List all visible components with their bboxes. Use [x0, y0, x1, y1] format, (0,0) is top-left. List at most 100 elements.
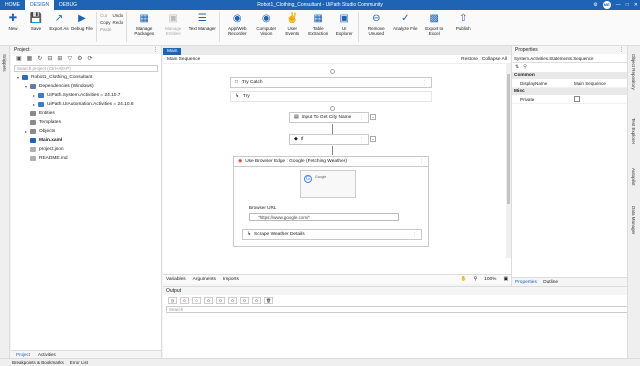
tab-outline[interactable]: Outline	[543, 280, 558, 285]
close-icon[interactable]: ✕	[634, 2, 638, 8]
notification-icon[interactable]: ⚙	[593, 2, 597, 8]
remove-unused-button[interactable]: ⊖ Remove Unused	[362, 12, 390, 42]
tree-node-dependencies[interactable]: ▾ Dependencies (Windows)	[11, 82, 161, 91]
copy-button[interactable]: Copy	[100, 20, 112, 25]
expand-arrow-icon[interactable]: ↳	[247, 232, 251, 237]
filter-icon[interactable]: ▽	[67, 55, 72, 63]
restore-link[interactable]: Restore	[461, 57, 478, 62]
sync-icon[interactable]: ⟳	[87, 55, 92, 63]
activity-menu-icon[interactable]: ⋮	[359, 115, 364, 121]
undo-button[interactable]: Undo	[113, 13, 124, 18]
category-common[interactable]: Common	[512, 72, 627, 79]
tab-project[interactable]: Project	[16, 352, 30, 357]
table-extraction-button[interactable]: ▦ Table Extraction	[304, 12, 332, 42]
output-search-input[interactable]: Search	[166, 306, 637, 313]
sort-icon[interactable]: ⇅	[515, 64, 519, 71]
avatar[interactable]: ME	[602, 1, 611, 9]
export-to-excel-button[interactable]: ▩ Export to Excel	[420, 12, 448, 42]
collapse-all-link[interactable]: Collapse All	[482, 57, 507, 62]
tree-node-main-xaml[interactable]: Main.xaml	[11, 136, 161, 145]
add-activity-icon[interactable]	[330, 69, 335, 74]
displayname-value[interactable]: Main Sequence	[574, 81, 627, 86]
collapse-chevron-icon[interactable]: ⌄	[370, 136, 376, 142]
tree-node-entities[interactable]: Entities	[11, 109, 161, 118]
panel-options-icon[interactable]: ⋮	[619, 47, 624, 53]
trace-filter-button[interactable]: 0	[216, 297, 225, 304]
computer-vision-button[interactable]: ◉ Computer Vision	[252, 12, 280, 42]
search-icon[interactable]: ⚲	[523, 64, 527, 71]
tree-node-templates[interactable]: Templates	[11, 118, 161, 127]
warning-filter-button[interactable]: 0	[192, 297, 201, 304]
if-activity[interactable]: ◆ If ⋮	[289, 134, 369, 145]
fit-icon[interactable]: ▣	[503, 277, 508, 282]
data-manager-tab[interactable]: Data Manager	[631, 206, 636, 235]
scroll-thumb[interactable]	[507, 74, 510, 204]
expand-arrow-icon[interactable]: ↳	[235, 94, 239, 99]
add-icon[interactable]: ▣	[16, 55, 22, 63]
save-button[interactable]: 💾 Save	[25, 12, 47, 42]
menu-home[interactable]: HOME	[0, 0, 25, 10]
redo-button[interactable]: Redo	[113, 20, 124, 25]
activity-menu-icon[interactable]: ⋮	[422, 80, 427, 86]
private-checkbox[interactable]	[574, 96, 580, 102]
refresh-icon[interactable]: ↻	[37, 55, 42, 63]
minimize-icon[interactable]: —	[616, 2, 621, 8]
menu-debug[interactable]: DEBUG	[54, 0, 82, 10]
tree-node-root[interactable]: ▾ Robot1_Clothing_Consultant	[11, 73, 161, 82]
manage-packages-button[interactable]: ▦ Manage Packages	[130, 12, 158, 42]
expand-icon[interactable]: ⊞	[57, 55, 62, 63]
category-misc[interactable]: Misc	[512, 88, 627, 95]
collapse-chevron-icon[interactable]: ⌄	[370, 114, 376, 120]
pan-icon[interactable]: ✋	[461, 277, 467, 282]
export-as-button[interactable]: ↗ Export As	[48, 12, 70, 42]
autopilot-tab[interactable]: Autopilot	[631, 168, 636, 186]
manage-entities-button[interactable]: ▣ Manage Entities	[159, 12, 187, 42]
open-folder-icon[interactable]: ▦	[27, 55, 33, 63]
snippets-tab[interactable]: Snippets	[2, 54, 7, 72]
variables-tab[interactable]: Variables	[166, 277, 186, 282]
tree-node-project-json[interactable]: project.json	[11, 145, 161, 154]
info-filter-button[interactable]: 0	[204, 297, 213, 304]
test-explorer-tab[interactable]: Test Explorer	[631, 118, 636, 144]
activity-menu-icon[interactable]: ⋮	[359, 137, 364, 143]
verbose-filter-button[interactable]: 0	[228, 297, 237, 304]
scrape-activity[interactable]: ↳ Scrape Weather Details ⋮	[242, 229, 422, 240]
try-catch-activity[interactable]: □ Try Catch ⋮	[230, 77, 432, 88]
designer-canvas[interactable]: □ Try Catch ⋮ ↳ Try ▤ Input To Get City …	[163, 64, 511, 258]
zoom-level[interactable]: 100%	[484, 277, 496, 282]
collapse-icon[interactable]: ⊟	[47, 55, 52, 63]
debug-file-button[interactable]: ▶ Debug File	[71, 12, 93, 42]
clear-output-button[interactable]: 🗑	[264, 297, 274, 304]
tab-main[interactable]: Main	[163, 48, 182, 55]
clock-filter-button[interactable]: ◷	[168, 297, 177, 304]
error-list-tab[interactable]: Error List	[70, 360, 88, 365]
tree-node-readme[interactable]: README.md	[11, 154, 161, 163]
browser-url-field[interactable]: "https://www.google.com/"	[249, 213, 399, 221]
new-button[interactable]: ✚ New	[2, 12, 24, 42]
text-manager-button[interactable]: ☰ Text Manager	[188, 12, 216, 42]
paste-button[interactable]: Paste	[100, 27, 112, 32]
tree-node-dependency[interactable]: ▸ UiPath.System.Activities = 24.10.7	[11, 91, 161, 100]
menu-design[interactable]: DESIGN	[25, 0, 55, 10]
collapse-icon[interactable]: □	[235, 80, 238, 85]
panel-options-icon[interactable]: ⋮	[153, 47, 158, 53]
imports-tab[interactable]: Imports	[223, 277, 239, 282]
user-events-button[interactable]: ✌ User Events	[281, 12, 303, 42]
cut-button[interactable]: Cut	[100, 13, 112, 18]
tree-node-objects[interactable]: ▸ Objects	[11, 127, 161, 136]
debug-filter-button[interactable]: 0	[240, 297, 249, 304]
zoom-icon[interactable]: ⚲	[474, 277, 478, 282]
tab-activities[interactable]: Activities	[38, 352, 56, 357]
maximize-icon[interactable]: □	[626, 2, 629, 8]
app-web-recorder-button[interactable]: ◉ App/Web Recorder	[223, 12, 251, 42]
arguments-tab[interactable]: Arguments	[193, 277, 216, 282]
browser-screenshot-thumb[interactable]: Google G	[300, 170, 356, 198]
error-filter-button[interactable]: 0	[180, 297, 189, 304]
publish-button[interactable]: ⇧ Publish	[449, 12, 477, 42]
fatal-filter-button[interactable]: 0	[252, 297, 261, 304]
add-activity-icon[interactable]	[330, 106, 335, 111]
project-search-input[interactable]: Search project (Ctrl+Alt+P)	[14, 65, 158, 72]
breadcrumb[interactable]: Main Sequence	[167, 57, 200, 62]
activity-menu-icon[interactable]: ⋮	[412, 232, 417, 238]
object-repository-tab[interactable]: Object Repository	[631, 54, 636, 90]
